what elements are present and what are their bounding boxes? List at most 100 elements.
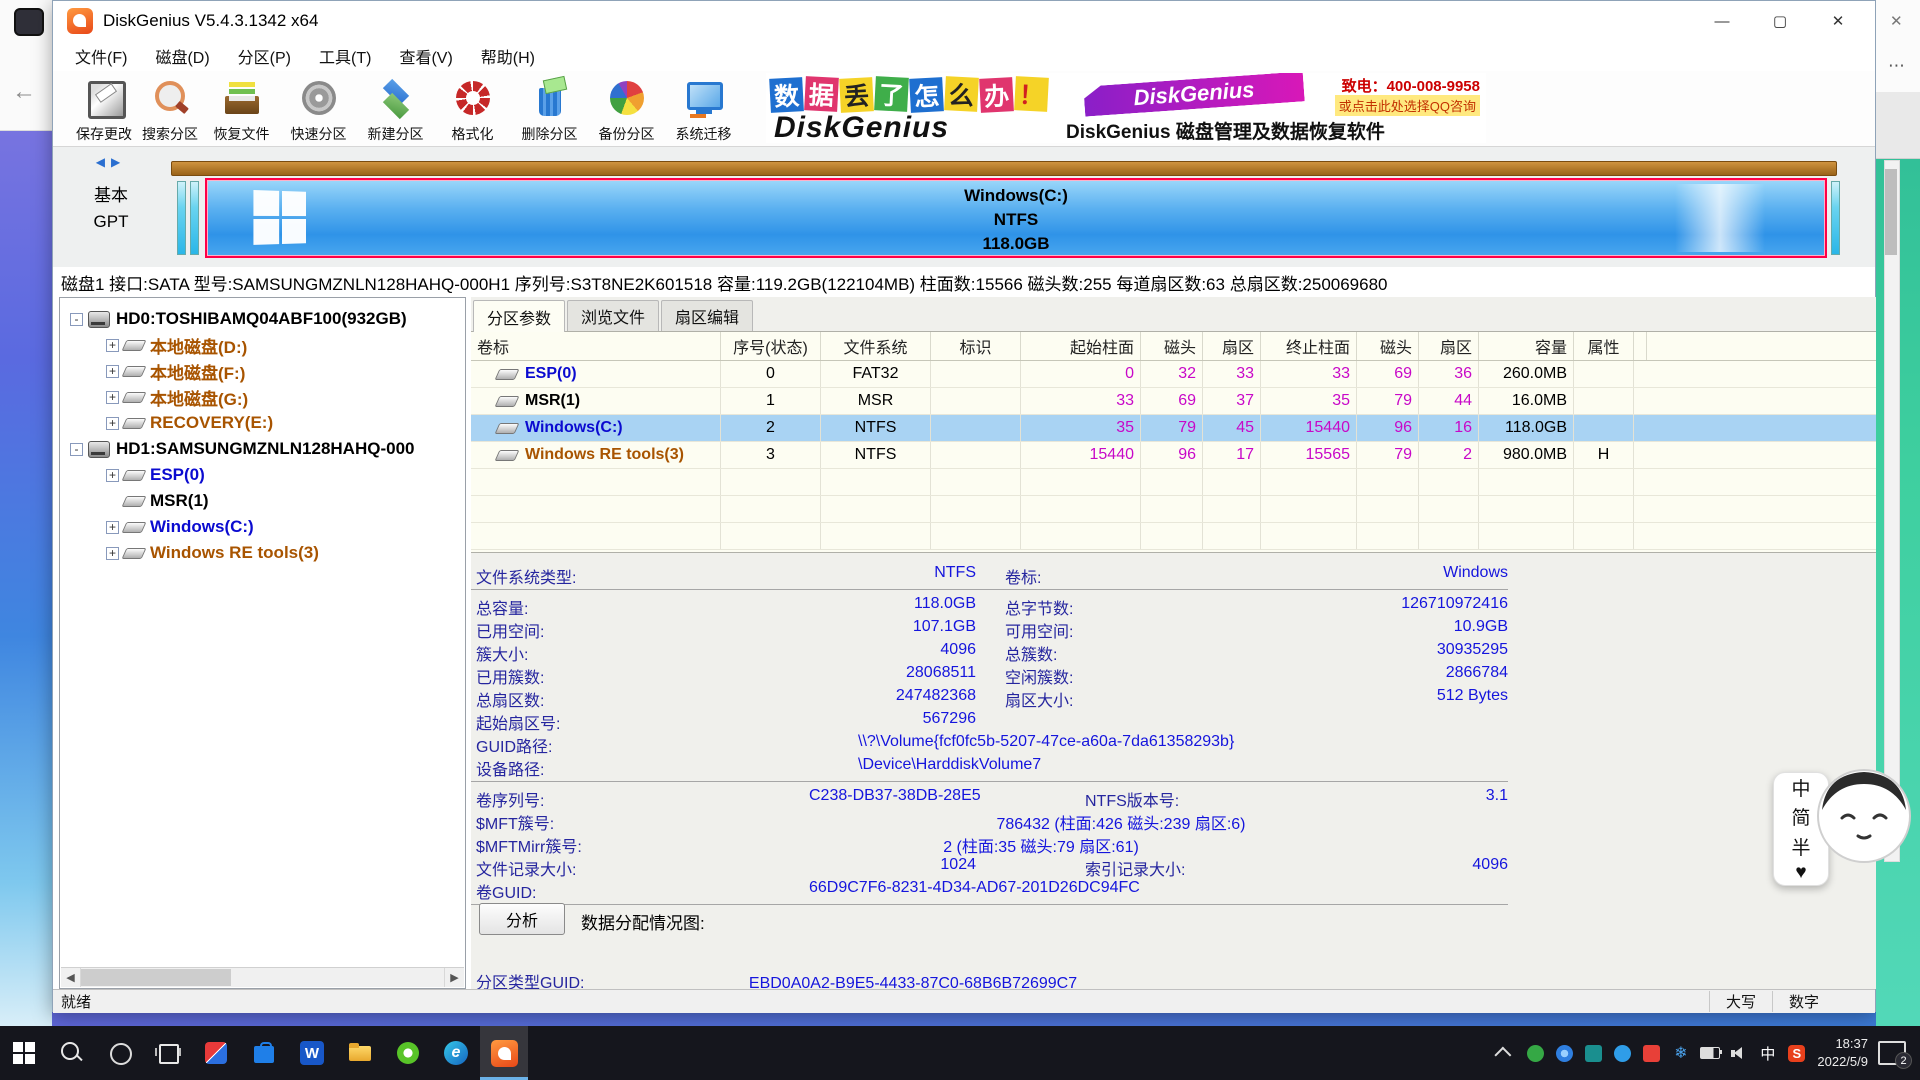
msr-partition-block[interactable] [190,181,199,255]
table-header-cell[interactable]: 文件系统 [821,332,931,360]
table-row[interactable]: Windows(C:) 2 NTFS 35 79 45 15440 96 16 … [471,415,1877,442]
tray-teal-icon[interactable] [1579,1026,1608,1080]
menu-item[interactable]: 帮助(H) [467,41,549,71]
more-icon[interactable]: ⋯ [1888,56,1906,76]
menu-item[interactable]: 工具(T) [305,41,385,71]
scrollbar-thumb[interactable] [1885,169,1897,255]
expand-toggle[interactable]: + [106,521,119,534]
tree-item[interactable]: + Windows(C:) [60,514,465,540]
background-scrollbar[interactable] [1884,160,1900,862]
expand-toggle[interactable]: + [106,469,119,482]
delete-partition-button[interactable]: 删除分区 [511,74,588,144]
tree-horizontal-scrollbar[interactable]: ◀ ▶ [61,967,464,987]
close-button[interactable]: ✕ [1809,1,1867,41]
clock[interactable]: 18:37 2022/5/9 [1817,1035,1868,1070]
tray-red-icon[interactable] [1637,1026,1666,1080]
tree-item[interactable]: + ESP(0) [60,462,465,488]
tab[interactable]: 扇区编辑 [661,300,753,331]
format-button[interactable]: 格式化 [434,74,511,144]
diskgenius-taskbar-icon[interactable] [480,1026,528,1080]
tab[interactable]: 分区参数 [473,300,565,332]
volume-icon[interactable] [1724,1026,1753,1080]
task-view-icon[interactable] [144,1026,192,1080]
table-header-cell[interactable]: 序号(状态) [721,332,821,360]
expand-toggle[interactable]: - [70,443,83,456]
tree-item[interactable]: + Windows RE tools(3) [60,540,465,566]
microsoft-store-icon[interactable] [240,1026,288,1080]
expand-toggle[interactable]: + [106,339,119,352]
colored-app-icon[interactable] [192,1026,240,1080]
ime-mode-item[interactable]: 简 [1791,803,1810,830]
recover-files-button[interactable]: 恢复文件 [203,74,280,144]
maximize-button[interactable]: ▢ [1751,1,1809,41]
ime-mode-item[interactable]: 半 [1791,833,1810,860]
table-header-cell[interactable]: 磁头 [1357,332,1419,360]
system-migration-button[interactable]: 系统迁移 [665,74,742,144]
table-row[interactable]: Windows RE tools(3) 3 NTFS 15440 96 17 1… [471,442,1877,469]
table-header-cell[interactable]: 属性 [1574,332,1634,360]
table-header-cell[interactable]: 容量 [1479,332,1574,360]
table-header-cell[interactable]: 扇区 [1419,332,1479,360]
file-explorer-icon[interactable] [336,1026,384,1080]
action-center-icon[interactable]: 2 [1878,1041,1906,1065]
expand-toggle[interactable]: + [106,391,119,404]
search-partition-button[interactable]: 搜索分区 [137,74,203,144]
table-header-cell[interactable]: 标识 [931,332,1021,360]
cortana-icon[interactable] [96,1026,144,1080]
windows-c-partition-block[interactable]: Windows(C:) NTFS 118.0GB [205,178,1827,258]
tray-snowflake-icon[interactable]: ❄ [1666,1026,1695,1080]
re-tools-partition-block[interactable] [1831,181,1840,255]
save-changes-button[interactable]: 保存更改 [71,74,137,144]
esp-partition-block[interactable] [177,181,186,255]
sogou-icon[interactable]: S [1782,1026,1811,1080]
table-header-cell[interactable]: 磁头 [1141,332,1203,360]
search-icon[interactable] [48,1026,96,1080]
table-row[interactable]: ESP(0) 0 FAT32 0 32 33 33 69 36 260.0MB [471,361,1877,388]
scroll-left-arrow[interactable]: ◀ [61,968,81,987]
table-row[interactable] [471,496,1877,523]
start-button[interactable] [0,1026,48,1080]
tray-globe-icon[interactable] [1550,1026,1579,1080]
scroll-right-arrow[interactable]: ▶ [444,968,464,987]
tree-item[interactable]: + RECOVERY(E:) [60,410,465,436]
tree-item[interactable]: + 本地磁盘(G:) [60,384,465,410]
tree-item[interactable]: + 本地磁盘(F:) [60,358,465,384]
tab[interactable]: 浏览文件 [567,300,659,331]
table-row[interactable] [471,523,1877,550]
table-header-cell[interactable]: 卷标 [471,332,721,360]
expand-toggle[interactable]: + [106,547,119,560]
table-header-cell[interactable]: 起始柱面 [1021,332,1141,360]
backup-partition-button[interactable]: 备份分区 [588,74,665,144]
title-bar[interactable]: DiskGenius V5.4.3.1342 x64 — ▢ ✕ [53,1,1875,41]
menu-item[interactable]: 分区(P) [224,41,305,71]
menu-item[interactable]: 磁盘(D) [141,41,223,71]
table-row[interactable]: MSR(1) 1 MSR 33 69 37 35 79 44 16.0MB [471,388,1877,415]
table-header-cell[interactable]: 扇区 [1203,332,1261,360]
tray-expand-chevron-icon[interactable] [1495,1047,1512,1064]
menu-item[interactable]: 文件(F) [61,41,141,71]
quick-partition-button[interactable]: 快速分区 [280,74,357,144]
tray-qq-icon[interactable] [1608,1026,1637,1080]
ime-mode-item[interactable]: 中 [1791,774,1810,801]
menu-item[interactable]: 查看(V) [385,41,466,71]
banner-qq-link[interactable]: 或点击此处选择QQ咨询 [1335,95,1480,116]
background-close-icon[interactable]: ✕ [1890,12,1903,30]
scrollbar-thumb[interactable] [81,969,231,986]
minimize-button[interactable]: — [1693,1,1751,41]
tree-item[interactable]: MSR(1) [60,488,465,514]
ime-mode-item[interactable]: ♥ [1795,862,1806,884]
table-header-cell[interactable]: 终止柱面 [1261,332,1357,360]
table-row[interactable] [471,469,1877,496]
prev-disk-arrow[interactable]: ◀ [96,155,111,169]
tray-green-icon[interactable] [1521,1026,1550,1080]
expand-toggle[interactable]: + [106,365,119,378]
expand-toggle[interactable]: + [106,417,119,430]
ime-indicator[interactable]: 中 [1753,1026,1782,1080]
green-browser-icon[interactable] [384,1026,432,1080]
word-icon[interactable]: W [288,1026,336,1080]
next-disk-arrow[interactable]: ▶ [111,155,126,169]
tree-item[interactable]: - HD0:TOSHIBAMQ04ABF100(932GB) [60,306,465,332]
battery-icon[interactable] [1695,1026,1724,1080]
edge-icon[interactable]: e [432,1026,480,1080]
new-partition-button[interactable]: 新建分区 [357,74,434,144]
